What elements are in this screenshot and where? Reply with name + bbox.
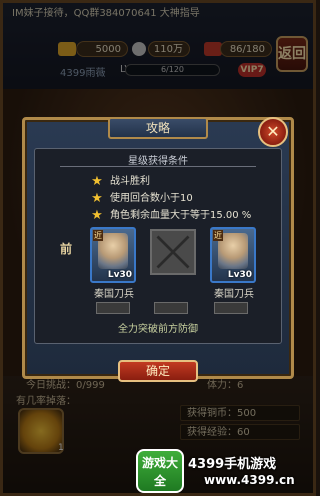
unit-name: 秦国刀兵: [214, 289, 254, 300]
watermark-text: 4399手机游戏: [188, 457, 277, 472]
empty-slot: [150, 229, 196, 275]
section-divider: [60, 166, 256, 167]
watermark-logo: 游戏大全: [136, 449, 184, 493]
unit-type-badge: 近: [93, 230, 103, 241]
back-row-slot: [154, 302, 188, 314]
popup-title: 攻略: [108, 117, 208, 139]
unit-type-badge: 近: [213, 230, 223, 241]
back-row-slot: [96, 302, 130, 314]
condition-row: 战斗胜利: [110, 176, 150, 187]
confirm-button[interactable]: 确定: [118, 360, 198, 382]
back-row-slot: [214, 302, 248, 314]
star-icon: ★: [91, 174, 103, 189]
section-title: 星级获得条件: [128, 156, 188, 167]
unit-card[interactable]: 近 Lv30: [90, 227, 136, 283]
close-icon: ✕: [266, 122, 280, 141]
front-row-label: 前: [60, 242, 73, 256]
condition-row: 使用回合数小于10: [110, 193, 193, 204]
tactic-hint: 全力突破前方防御: [118, 324, 198, 335]
unit-card[interactable]: 近 Lv30: [210, 227, 256, 283]
watermark-url: www.4399.cn: [204, 473, 295, 487]
star-icon: ★: [91, 208, 103, 223]
unit-name: 秦国刀兵: [94, 289, 134, 300]
condition-row: 角色剩余血量大于等于15.00 %: [110, 210, 252, 221]
close-button[interactable]: ✕: [258, 117, 288, 147]
unit-level: Lv30: [107, 270, 132, 280]
empty-x-icon: [156, 235, 190, 269]
star-icon: ★: [91, 191, 103, 206]
unit-level: Lv30: [227, 270, 252, 280]
